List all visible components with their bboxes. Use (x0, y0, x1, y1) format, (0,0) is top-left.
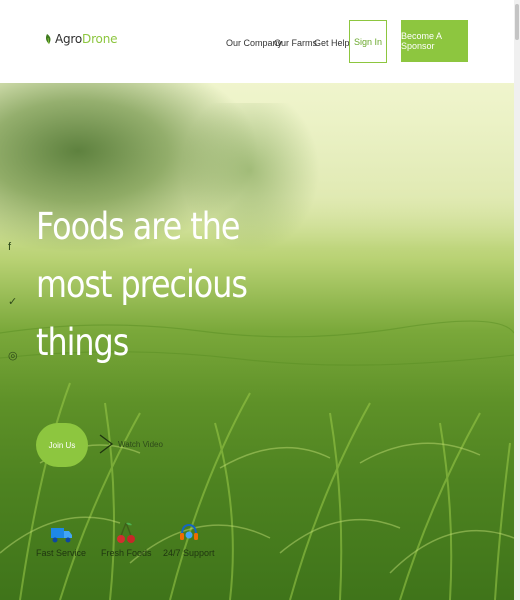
scrollbar-thumb[interactable] (515, 4, 519, 40)
sign-in-button[interactable]: Sign In (349, 20, 387, 63)
feature-label-fast-service: Fast Service (36, 548, 87, 558)
feature-label-support: 24/7 Support (163, 548, 215, 558)
watch-video-link[interactable]: Watch Video (98, 433, 163, 455)
leaf-icon (45, 34, 51, 45)
headline-line-2: most precious (36, 263, 248, 306)
brand-logo[interactable]: Agro Drone (44, 32, 117, 46)
play-icon (99, 434, 114, 454)
truck-icon (51, 528, 72, 543)
page-scrollbar[interactable] (514, 0, 520, 600)
hero-headline: Foods are the most precious things (36, 198, 248, 372)
headline-line-1: Foods are the (36, 205, 240, 248)
nav-link-our-farms[interactable]: Our Farms (274, 38, 317, 48)
nav-link-get-help[interactable]: Get Help (314, 38, 350, 48)
join-us-button[interactable]: Join Us (36, 423, 88, 467)
twitter-icon[interactable]: ✓ (8, 295, 17, 308)
logo-text-drone: Drone (82, 32, 118, 46)
watch-video-label: Watch Video (118, 439, 163, 449)
become-sponsor-button[interactable]: Become A Sponsor (401, 20, 468, 62)
feature-support: 24/7 Support (163, 520, 215, 558)
site-header: Agro Drone Our Company Our Farms Get Help… (0, 0, 514, 83)
cherries-icon (117, 522, 136, 543)
feature-fast-service: Fast Service (36, 520, 86, 558)
hero-section: f ✓ ◎ Foods are the most precious things… (0, 83, 514, 600)
headset-icon (179, 523, 198, 540)
feature-label-fresh-foods: Fresh Foods (101, 548, 152, 558)
headline-line-3: things (36, 321, 129, 364)
instagram-icon[interactable]: ◎ (8, 349, 18, 362)
feature-fresh-foods: Fresh Foods (101, 520, 152, 558)
logo-text-agro: Agro (55, 32, 83, 46)
facebook-icon[interactable]: f (8, 241, 11, 253)
